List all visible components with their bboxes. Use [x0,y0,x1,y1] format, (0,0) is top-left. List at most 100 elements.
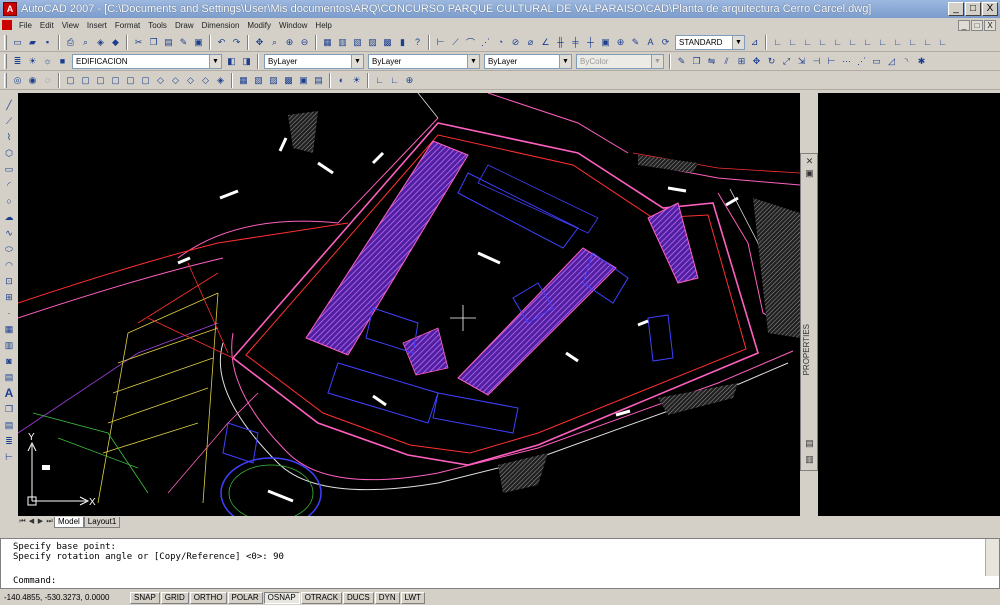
doc-close-button[interactable]: X [984,19,996,31]
ucs-world-icon-2[interactable]: ⊕ [403,74,416,87]
quickcalc-icon[interactable]: ▮ [396,36,409,49]
palette-close-icon[interactable]: ✕ [804,156,815,167]
insert-block-icon[interactable]: ⊡ [2,274,16,288]
free-orbit-icon[interactable]: ◉ [26,74,39,87]
extend-icon[interactable]: ⊢ [825,55,838,68]
layer-on-icon[interactable]: ☀ [26,55,39,68]
layer-freeze-icon[interactable]: ☼ [41,55,54,68]
jogged-icon[interactable]: ⊘ [509,36,522,49]
properties-icon[interactable]: ▦ [321,36,334,49]
dimension-edit-icon[interactable]: ✎ [629,36,642,49]
se-iso-view-icon[interactable]: ◇ [169,74,182,87]
gradient-icon[interactable]: ▥ [2,338,16,352]
break-point-icon[interactable]: ⋯ [840,55,853,68]
zoom-previous-icon[interactable]: ⊖ [298,36,311,49]
drawing-area[interactable]: Y X [18,93,800,516]
maximize-button[interactable]: □ [965,2,981,16]
design-center-icon[interactable]: ▥ [336,36,349,49]
revision-cloud-icon[interactable]: ☁ [2,210,16,224]
layer-select[interactable]: EDIFICACION ▼ [72,53,222,69]
redo-icon[interactable]: ↷ [230,36,243,49]
ucs-previous-icon-2[interactable]: ∟ [388,74,401,87]
left-view-icon[interactable]: ▢ [94,74,107,87]
menu-draw[interactable]: Draw [171,21,198,30]
tab-layout1[interactable]: Layout1 [83,516,121,528]
angular-icon[interactable]: ∠ [539,36,552,49]
doc-restore-button[interactable]: □ [971,19,983,31]
document-icon[interactable] [2,20,12,30]
menu-modify[interactable]: Modify [243,21,275,30]
dimension-update-icon[interactable]: ⟳ [659,36,672,49]
bottom-view-icon[interactable]: ▢ [79,74,92,87]
center-mark-icon[interactable]: ⊕ [614,36,627,49]
first-tab-icon[interactable]: ⏮ [18,517,27,527]
ucs-object-icon[interactable]: ∟ [816,36,829,49]
open-file-icon[interactable]: ▰ [26,36,39,49]
lwt-toggle[interactable]: LWT [400,591,425,604]
layer-manager-icon[interactable]: ≣ [11,55,24,68]
polar-toggle[interactable]: POLAR [227,591,263,604]
ucs-z-icon[interactable]: ∟ [936,36,949,49]
stretch-icon[interactable]: ⇲ [795,55,808,68]
dyn-toggle[interactable]: DYN [374,591,400,604]
visual-styles-manager-icon[interactable]: ▤ [312,74,325,87]
dimension-style-icon[interactable]: ⊿ [748,36,761,49]
array-icon[interactable]: ⊞ [735,55,748,68]
menu-tools[interactable]: Tools [144,21,171,30]
cut-icon[interactable]: ✂ [132,36,145,49]
ordinate-icon[interactable]: ⋰ [479,36,492,49]
palette-autohide-icon[interactable]: ▣ [804,168,815,179]
command-prompt[interactable]: Command: [13,576,56,586]
menu-file[interactable]: File [15,21,36,30]
otrack-toggle[interactable]: OTRACK [300,591,343,604]
palette-menu-icon[interactable]: ▤ [804,438,815,449]
3d-orbit-icon[interactable]: ◎ [11,74,24,87]
multiline-text-icon[interactable]: A [2,386,16,400]
pan-icon[interactable]: ✥ [253,36,266,49]
continue-icon[interactable]: ┼ [584,36,597,49]
erase-icon[interactable]: ✎ [675,55,688,68]
markup-icon[interactable]: ▩ [381,36,394,49]
tool-palettes-icon[interactable]: ▧ [351,36,364,49]
menu-view[interactable]: View [58,21,83,30]
doc-minimize-button[interactable]: _ [958,19,970,31]
hatch-icon[interactable]: ▦ [2,322,16,336]
toolbar-grip[interactable] [4,72,7,88]
properties-palette[interactable]: ✕ ▣ PROPERTIES ▤ ▥ [800,153,818,471]
ducs-toggle[interactable]: DUCS [343,591,374,604]
block-editor-icon[interactable]: ▣ [192,36,205,49]
grid-toggle[interactable]: GRID [160,591,189,604]
line-icon[interactable]: ╱ [2,98,16,112]
point-icon[interactable]: · [2,306,16,320]
render-icon[interactable]: ◐ [335,74,348,87]
ucs-icon[interactable]: ∟ [771,36,784,49]
linetype-select[interactable]: ByLayer ▼ [368,53,480,69]
menu-window[interactable]: Window [275,21,311,30]
drawing-canvas[interactable]: Y X [18,93,800,516]
command-window[interactable]: Specify base point: Specify rotation ang… [0,538,1000,589]
scale-icon[interactable]: ⤢ [780,55,793,68]
explode-icon[interactable]: ✱ [915,55,928,68]
diameter-icon[interactable]: ⌀ [524,36,537,49]
trim-icon[interactable]: ⊣ [810,55,823,68]
spline-icon[interactable]: ∿ [2,226,16,240]
table-icon[interactable]: ▤ [2,370,16,384]
plot-icon[interactable]: ⎙ [64,36,77,49]
camera-icon[interactable]: ◈ [214,74,227,87]
help-icon[interactable]: ? [411,36,424,49]
save-icon[interactable]: ▪ [41,36,54,49]
linear-dimension-icon[interactable]: ⊢ [434,36,447,49]
front-view-icon[interactable]: ▢ [124,74,137,87]
rotate-icon[interactable]: ↻ [765,55,778,68]
back-view-icon[interactable]: ▢ [139,74,152,87]
ortho-toggle[interactable]: ORTHO [189,591,227,604]
prev-tab-icon[interactable]: ◀ [27,517,36,527]
osnap-toggle[interactable]: OSNAP [263,591,300,604]
fillet-icon[interactable]: ◝ [900,55,913,68]
make-object-layer-current-icon[interactable]: ◧ [225,55,238,68]
mirror-icon[interactable]: ⇋ [705,55,718,68]
tolerance-icon[interactable]: ▣ [599,36,612,49]
menu-format[interactable]: Format [111,21,144,30]
lights-icon[interactable]: ☀ [350,74,363,87]
polyline-icon[interactable]: ⌇ [2,130,16,144]
